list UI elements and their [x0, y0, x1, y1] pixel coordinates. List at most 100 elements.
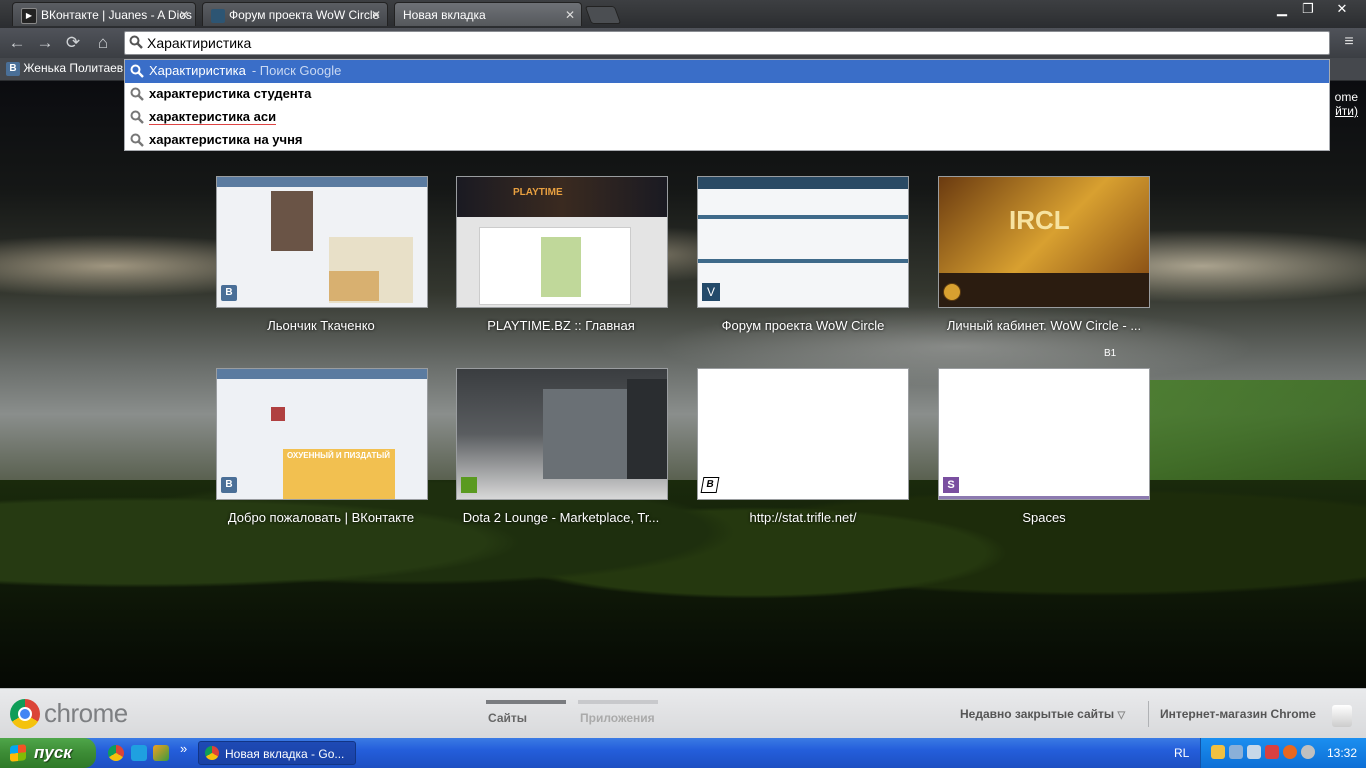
thumb-sidebar [627, 379, 667, 479]
search-icon [130, 133, 144, 147]
wow-icon [943, 283, 961, 301]
tile-title: Добро пожаловать | ВКонтакте [227, 510, 415, 525]
most-visited-tile[interactable]: S [938, 368, 1150, 500]
suggestion-item[interactable]: характеристика аси [125, 106, 1329, 129]
chevron-down-icon: ▽ [1117, 710, 1126, 721]
home-button[interactable]: ⌂ [92, 32, 114, 54]
windows-flag-icon [10, 744, 26, 762]
tab-strip: ▶ ВКонтакте | Juanes - A Dios ✕ Форум про… [0, 0, 1366, 28]
language-indicator[interactable]: RL [1174, 746, 1189, 760]
omnibox-input[interactable] [147, 34, 1317, 52]
minimize-button[interactable]: ▁ [1268, 0, 1296, 18]
search-icon [130, 64, 144, 78]
tile-bar [939, 496, 1149, 499]
most-visited-tile[interactable]: IRCL [938, 176, 1150, 308]
app-icon[interactable] [153, 745, 169, 761]
thumb-image [541, 237, 581, 297]
tile-title: PLAYTIME.BZ :: Главная [487, 318, 635, 333]
tab-wow-circle[interactable]: Форум проекта WoW Circle ✕ [202, 2, 388, 26]
tab-vkontakte[interactable]: ▶ ВКонтакте | Juanes - A Dios ✕ [12, 2, 196, 26]
suggestion-item[interactable]: характеристика на учня [125, 129, 1329, 152]
search-icon [129, 35, 143, 49]
webstore-link[interactable]: Интернет-магазин Chrome [1160, 707, 1316, 721]
bookmark-label: Женька Политаев [23, 61, 124, 75]
taskbar-item-chrome[interactable]: Новая вкладка - Go... [198, 741, 356, 765]
tile-title: Личный кабинет. WoW Circle - ... [946, 318, 1142, 333]
overlay-text: В1 [1104, 348, 1117, 359]
stat-icon: В [700, 477, 720, 493]
tile-title: Dota 2 Lounge - Marketplace, Tr... [462, 510, 660, 525]
tile-title: Льончик Ткаченко [267, 318, 375, 333]
reload-button[interactable]: ⟳ [62, 32, 84, 54]
tab-sites[interactable]: Сайты [488, 711, 527, 725]
most-visited-tile[interactable]: В [697, 368, 909, 500]
close-tab-icon[interactable]: ✕ [371, 3, 381, 26]
most-visited-tile[interactable]: ОХУЕННЫЙ И ПИЗДАТЫЙ В [216, 368, 428, 500]
most-visited-tile[interactable]: PLAYTIME [456, 176, 668, 308]
most-visited-tile[interactable]: В [216, 176, 428, 308]
suggestion-item[interactable]: характеристика студента [125, 83, 1329, 106]
start-label: пуск [34, 743, 72, 762]
maximize-button[interactable]: ❐ [1294, 0, 1322, 18]
windows-taskbar: пуск » Новая вкладка - Go... RL 13:32 [0, 738, 1366, 768]
most-visited-tile[interactable] [456, 368, 668, 500]
suggestion-item[interactable]: Характиристика - Поиск Google [125, 60, 1329, 83]
skype-icon[interactable] [131, 745, 147, 761]
signin-promo[interactable]: ome йти) [1335, 90, 1358, 118]
back-button[interactable]: ← [6, 32, 28, 54]
tile-title: Форум проекта WoW Circle [721, 318, 885, 333]
bookmark-item[interactable]: В Женька Политаев [6, 61, 123, 76]
network-icon[interactable] [1229, 745, 1243, 759]
thumb-row [698, 259, 908, 263]
quicklaunch-more[interactable]: » [180, 741, 187, 756]
wrench-menu-button[interactable]: ≡ [1340, 33, 1358, 53]
signin-line-2[interactable]: йти) [1335, 104, 1358, 118]
display-icon[interactable] [1247, 745, 1261, 759]
system-tray: 13:32 [1200, 738, 1366, 768]
spaces-icon: S [943, 477, 959, 493]
recently-closed-menu[interactable]: Недавно закрытые сайты ▽ [960, 707, 1125, 721]
close-tab-icon[interactable]: ✕ [179, 3, 189, 26]
close-tab-icon[interactable]: ✕ [565, 3, 575, 26]
tab-indicator-sites [486, 700, 566, 704]
volume-icon[interactable] [1301, 745, 1315, 759]
tab-apps[interactable]: Приложения [580, 711, 655, 725]
search-icon [130, 87, 144, 101]
chrome-icon [205, 746, 219, 760]
tab-new-tab[interactable]: Новая вкладка ✕ [394, 2, 582, 26]
thumb-panel [543, 389, 627, 479]
suggestion-text: характеристика на учня [149, 132, 303, 147]
tray-icon[interactable] [1211, 745, 1225, 759]
vk-icon: В [6, 61, 20, 76]
start-button[interactable]: пуск [0, 738, 96, 768]
dota-lounge-icon [461, 477, 477, 493]
tab-label: Форум проекта WoW Circle [229, 8, 380, 22]
omnibox[interactable] [124, 31, 1330, 55]
thumb-header [217, 369, 427, 379]
clock: 13:32 [1326, 746, 1357, 760]
suggestion-hint: - Поиск Google [251, 63, 342, 78]
vk-icon: В [221, 477, 237, 493]
omnibox-suggestions: Характиристика - Поиск Google характерист… [124, 59, 1330, 151]
forward-button[interactable]: → [34, 32, 56, 54]
chrome-logo-icon [10, 699, 40, 729]
thumb-header [698, 177, 908, 189]
firefox-icon[interactable] [1283, 745, 1297, 759]
search-icon [130, 110, 144, 124]
chrome-icon[interactable] [108, 745, 124, 761]
background-trees [0, 480, 1366, 688]
thumb-logo: PLAYTIME [513, 187, 563, 198]
chrome-wordmark: chrome [44, 698, 128, 728]
new-tab-button[interactable] [584, 6, 622, 24]
tab-label: Новая вкладка [403, 8, 486, 22]
shield-icon[interactable] [1265, 745, 1279, 759]
thumb-row [698, 215, 908, 219]
most-visited-tile[interactable]: V [697, 176, 909, 308]
close-window-button[interactable]: ✕ [1326, 0, 1358, 18]
thumb-photo [271, 191, 313, 251]
ntp-footer: chrome Сайты Приложения Недавно закрытые… [0, 688, 1366, 739]
play-icon: ▶ [21, 7, 37, 24]
trash-icon[interactable] [1332, 705, 1352, 727]
thumb-header [217, 177, 427, 187]
tile-title: http://stat.trifle.net/ [749, 510, 857, 525]
